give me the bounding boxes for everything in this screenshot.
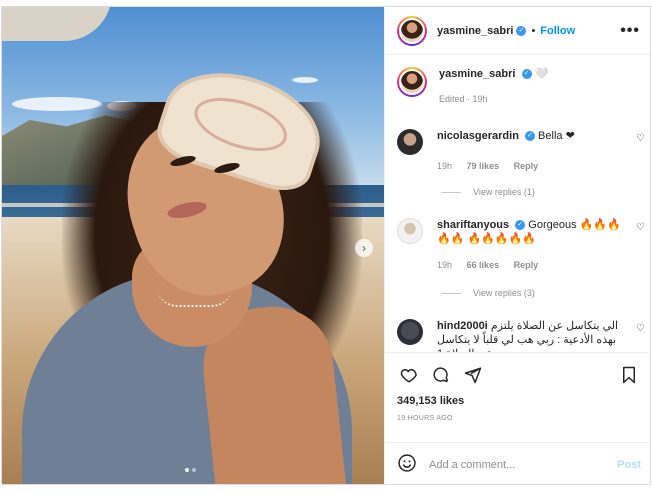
photo-cloud xyxy=(292,77,318,83)
comment-like-heart-icon[interactable]: ♡ xyxy=(636,222,645,233)
post-caption: yasmine_sabri ✓ 🤍 Edited · 19h xyxy=(385,55,650,104)
comment-username[interactable]: nicolasgerardin xyxy=(437,130,519,142)
comment-input[interactable] xyxy=(429,458,618,471)
post-dialog: › yasmine_sabri ✓ • Follow ••• yasmine_s… xyxy=(1,6,651,485)
comment-like-heart-icon[interactable]: ♡ xyxy=(636,133,645,144)
post-actions: 349,153 likes 19 HOURS AGO xyxy=(385,352,650,422)
comment-composer: Post xyxy=(385,442,650,484)
more-options-icon[interactable]: ••• xyxy=(620,22,640,40)
header-username[interactable]: yasmine_sabri xyxy=(437,25,513,37)
comments-list[interactable]: yasmine_sabri ✓ 🤍 Edited · 19h nicolasge… xyxy=(385,55,650,352)
post-sidebar: yasmine_sabri ✓ • Follow ••• yasmine_sab… xyxy=(384,7,650,484)
bookmark-icon[interactable] xyxy=(617,363,641,387)
verified-badge-icon: ✓ xyxy=(524,131,535,142)
caption-text: 🤍 xyxy=(534,68,549,80)
heart-icon[interactable] xyxy=(397,363,421,387)
carousel-indicator xyxy=(185,468,196,472)
follow-button[interactable]: Follow xyxy=(540,25,575,37)
post-photo[interactable]: › xyxy=(2,7,384,484)
avatar[interactable] xyxy=(397,15,427,46)
avatar[interactable] xyxy=(397,319,423,345)
verified-badge-icon: ✓ xyxy=(521,69,532,80)
comment-like-heart-icon[interactable]: ♡ xyxy=(636,323,645,334)
caption-username[interactable]: yasmine_sabri xyxy=(439,68,515,80)
avatar[interactable] xyxy=(397,218,423,244)
chevron-right-icon: › xyxy=(362,241,366,255)
verified-badge-icon: ✓ xyxy=(516,25,527,36)
likes-count[interactable]: 349,153 likes xyxy=(397,395,641,407)
caption-meta: Edited · 19h xyxy=(439,94,488,104)
verified-badge-icon: ✓ xyxy=(515,220,526,231)
comment-time: 19h xyxy=(437,161,453,171)
avatar[interactable] xyxy=(397,67,427,97)
emoji-icon[interactable] xyxy=(397,453,417,476)
carousel-dot-active xyxy=(185,468,189,472)
carousel-dot xyxy=(192,468,196,472)
carousel-next-button[interactable]: › xyxy=(355,239,373,257)
comment-item: shariftanyous ✓ Gorgeous 🔥🔥🔥🔥🔥 🔥🔥🔥🔥🔥 19h… xyxy=(397,218,645,272)
comment-item: hind2000i الي يتكاسل عن الصلاة يلتزم بهذ… xyxy=(397,319,645,352)
view-replies-button[interactable]: View replies (1) xyxy=(441,187,535,197)
comment-time: 19h xyxy=(437,260,453,270)
header-separator: • xyxy=(531,24,536,37)
share-icon[interactable] xyxy=(461,363,485,387)
comment-likes[interactable]: 66 likes xyxy=(467,260,500,270)
post-comment-button[interactable]: Post xyxy=(617,459,641,471)
comment-icon[interactable] xyxy=(429,363,453,387)
comment-username[interactable]: hind2000i xyxy=(437,320,488,332)
comment-text: Bella ❤ xyxy=(538,130,575,142)
post-timestamp: 19 HOURS AGO xyxy=(397,415,453,422)
comment-reply-button[interactable]: Reply xyxy=(514,161,539,171)
photo-necklace xyxy=(157,287,232,307)
post-header: yasmine_sabri ✓ • Follow ••• xyxy=(385,7,650,55)
comment-likes[interactable]: 79 likes xyxy=(467,161,500,171)
view-replies-button[interactable]: View replies (3) xyxy=(441,288,535,298)
comment-username[interactable]: shariftanyous xyxy=(437,219,509,231)
comment-reply-button[interactable]: Reply xyxy=(514,260,539,270)
comment-item: nicolasgerardin ✓ Bella ❤ 19h 79 likes R… xyxy=(397,129,645,173)
avatar[interactable] xyxy=(397,129,423,155)
